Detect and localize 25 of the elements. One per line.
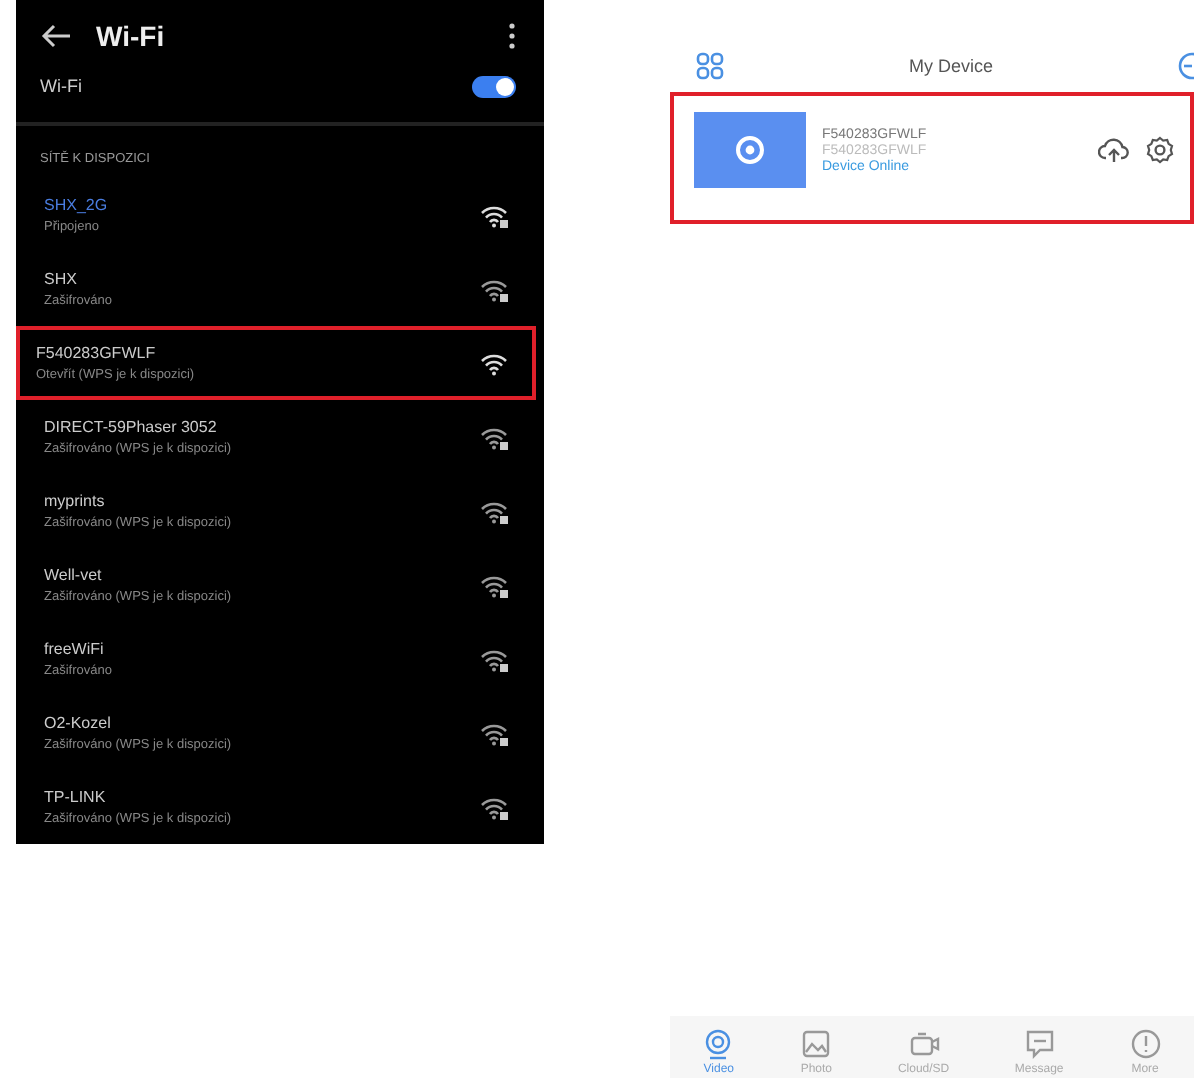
info-icon bbox=[1129, 1028, 1162, 1060]
camera-logo-icon bbox=[734, 134, 766, 166]
network-name: freeWiFi bbox=[44, 640, 106, 658]
network-name: DIRECT-59Phaser 3052 bbox=[44, 418, 219, 436]
network-name: Well-vet bbox=[44, 566, 104, 584]
network-name: SHX_2G bbox=[44, 196, 108, 214]
network-name: SHX bbox=[44, 270, 79, 288]
wifi-toggle-label: Wi-Fi bbox=[40, 76, 82, 97]
grid-icon[interactable] bbox=[696, 52, 724, 80]
webcam-icon bbox=[702, 1028, 735, 1060]
network-name: TP-LINK bbox=[44, 788, 108, 806]
network-name: myprints bbox=[44, 492, 107, 510]
screen-title: Wi-Fi bbox=[96, 20, 167, 52]
settings-icon[interactable] bbox=[1146, 136, 1174, 164]
more-options-icon[interactable] bbox=[508, 22, 516, 50]
add-icon[interactable] bbox=[1177, 52, 1194, 80]
screen-title: My Device bbox=[908, 56, 993, 76]
network-name: F540283GFWLF bbox=[36, 344, 158, 362]
camera-icon bbox=[907, 1028, 940, 1060]
network-name: O2-Kozel bbox=[44, 714, 113, 732]
chat-icon bbox=[1023, 1028, 1056, 1060]
wifi-toggle[interactable] bbox=[472, 75, 516, 98]
cloud-upload-icon[interactable] bbox=[1098, 136, 1130, 164]
image-icon bbox=[800, 1028, 833, 1060]
back-arrow-icon[interactable] bbox=[40, 24, 72, 48]
